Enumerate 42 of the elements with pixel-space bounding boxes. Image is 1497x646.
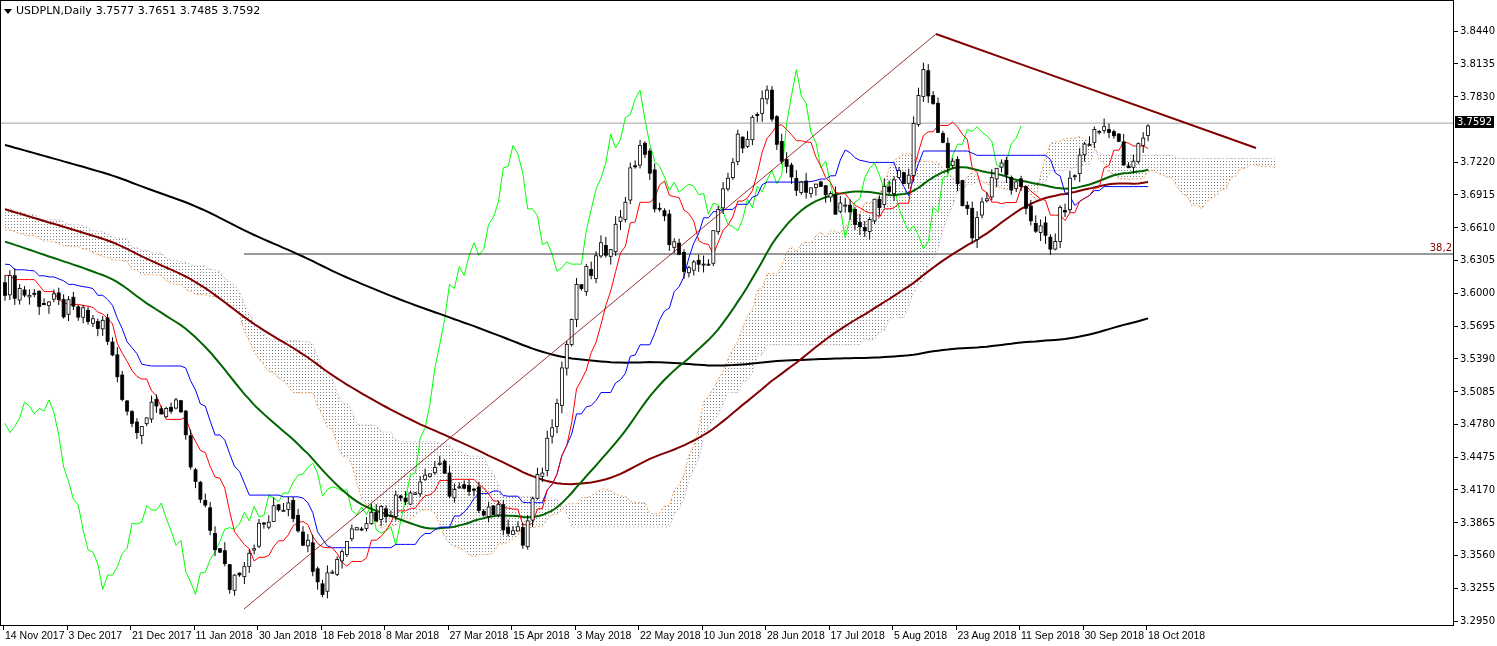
current-price-label: 3.7592 xyxy=(1455,116,1494,129)
price-axis-label: 3.2950 xyxy=(1460,615,1495,628)
date-axis-label: 30 Sep 2018 xyxy=(1084,629,1145,641)
price-axis-label: 3.3255 xyxy=(1460,582,1495,595)
price-axis-label: 3.7830 xyxy=(1460,90,1495,103)
price-axis-label: 3.4170 xyxy=(1460,483,1495,496)
price-axis-label: 3.5085 xyxy=(1460,385,1495,398)
date-axis-label: 18 Feb 2018 xyxy=(322,629,382,641)
price-axis-label: 3.7220 xyxy=(1460,156,1495,169)
price-axis-label: 3.4780 xyxy=(1460,418,1495,431)
date-axis-label: 28 Jun 2018 xyxy=(767,629,825,641)
price-axis-label: 3.3560 xyxy=(1460,549,1495,562)
date-axis-label: 18 Oct 2018 xyxy=(1148,629,1206,641)
date-axis-label: 27 Mar 2018 xyxy=(449,629,509,641)
symbol-label: USDPLN,Daily xyxy=(16,3,92,19)
fibonacci-level-label: 38,2 xyxy=(1429,242,1452,253)
date-axis-label: 30 Jan 2018 xyxy=(259,629,317,641)
date-axis-label: 3 Dec 2017 xyxy=(68,629,123,641)
ohlc-quote: 3.7577 3.7651 3.7485 3.7592 xyxy=(95,3,261,19)
date-axis-label: 21 Dec 2017 xyxy=(132,629,192,641)
price-axis-label: 3.6610 xyxy=(1460,221,1495,234)
date-axis-label: 22 May 2018 xyxy=(640,629,701,641)
date-axis-label: 14 Nov 2017 xyxy=(5,629,65,641)
date-axis-label: 17 Jul 2018 xyxy=(830,629,885,641)
price-axis-label: 3.8135 xyxy=(1460,57,1495,70)
price-axis-label: 3.3865 xyxy=(1460,516,1495,529)
price-axis-label: 3.5390 xyxy=(1460,352,1495,365)
date-axis-label: 8 Mar 2018 xyxy=(386,629,440,641)
price-axis-label: 3.8440 xyxy=(1460,25,1495,37)
date-axis-label: 15 Apr 2018 xyxy=(513,629,570,641)
date-axis-label: 10 Jun 2018 xyxy=(703,629,762,641)
date-axis-label: 11 Jan 2018 xyxy=(195,629,253,641)
price-axis-label: 3.5695 xyxy=(1460,320,1495,332)
date-axis-label: 5 Aug 2018 xyxy=(894,629,948,641)
price-axis-label: 3.6915 xyxy=(1460,188,1495,201)
date-axis-label: 23 Aug 2018 xyxy=(957,629,1017,641)
date-axis-label: 3 May 2018 xyxy=(576,629,632,641)
dropdown-triangle-icon[interactable] xyxy=(4,8,12,14)
price-axis-label: 3.6000 xyxy=(1460,287,1495,300)
price-axis-label: 3.6305 xyxy=(1460,254,1495,267)
date-axis-label: 11 Sep 2018 xyxy=(1021,629,1080,641)
price-axis-label: 3.4475 xyxy=(1460,451,1495,464)
